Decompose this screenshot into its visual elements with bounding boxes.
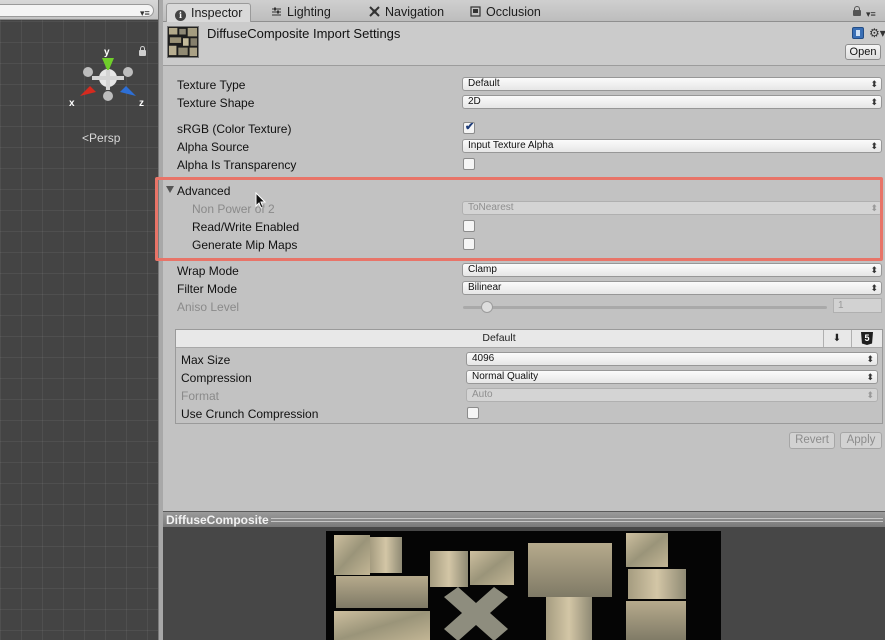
tab-navigation-label: Navigation — [385, 5, 445, 19]
texture-type-label: Texture Type — [177, 78, 246, 92]
aniso-level-slider — [463, 306, 827, 309]
navigation-icon — [369, 6, 380, 17]
srgb-label: sRGB (Color Texture) — [177, 122, 292, 136]
tab-inspector-label: Inspector — [191, 6, 243, 20]
alpha-is-transparency-row: Alpha Is Transparency — [163, 156, 885, 174]
texture-shape-row: Texture Shape 2D — [163, 94, 885, 112]
alpha-is-transparency-checkbox[interactable] — [463, 158, 475, 170]
read-write-row: Read/Write Enabled — [163, 218, 885, 236]
orientation-gizmo-icon[interactable]: y x z — [66, 44, 156, 116]
use-crunch-checkbox[interactable] — [467, 407, 479, 419]
tab-navigation[interactable]: Navigation — [361, 3, 452, 22]
tab-lighting-label: Lighting — [287, 5, 331, 19]
scene-toolbar: ▾≡ — [0, 0, 160, 20]
srgb-checkbox[interactable] — [463, 120, 475, 134]
perspective-label: Persp — [89, 131, 121, 145]
scene-view[interactable]: ▾≡ y x z <Persp — [0, 0, 160, 640]
tab-occlusion[interactable]: Occlusion — [462, 3, 549, 22]
occlusion-icon — [470, 6, 481, 17]
page-title: DiffuseComposite Import Settings — [207, 26, 401, 41]
gear-icon[interactable]: ⚙▾ — [869, 26, 885, 40]
inspector-panel: i Inspector Lighting Navigation Occlusion… — [155, 0, 885, 640]
preview-resize-grip[interactable] — [271, 518, 883, 522]
scene-search-input[interactable] — [0, 4, 154, 17]
alpha-source-dropdown[interactable]: Input Texture Alpha — [462, 139, 882, 153]
read-write-checkbox[interactable] — [463, 220, 475, 232]
format-label: Format — [181, 389, 220, 403]
info-icon: i — [175, 10, 186, 21]
lighting-icon — [272, 7, 281, 16]
alpha-is-transparency-label: Alpha Is Transparency — [177, 158, 297, 172]
download-icon[interactable]: ⬇ — [823, 330, 850, 347]
aniso-level-slider-thumb — [480, 301, 493, 313]
filter-mode-dropdown[interactable]: Bilinear — [462, 281, 882, 295]
advanced-foldout[interactable]: Advanced — [163, 182, 885, 200]
texture-type-dropdown[interactable]: Default — [462, 77, 882, 91]
html5-icon[interactable] — [851, 330, 882, 347]
preview-area — [163, 527, 885, 640]
alpha-source-label: Alpha Source — [177, 140, 250, 154]
aniso-level-label: Aniso Level — [177, 300, 240, 314]
perspective-toggle[interactable]: <Persp — [82, 131, 120, 145]
max-size-row: Max Size 4096 — [176, 351, 882, 369]
generate-mip-maps-checkbox[interactable] — [463, 238, 475, 250]
perspective-icon: < — [82, 131, 90, 145]
import-settings-header: DiffuseComposite Import Settings ⚙▾ Open — [163, 22, 885, 66]
compression-label: Compression — [181, 371, 252, 385]
apply-button[interactable]: Apply — [840, 432, 882, 449]
generate-mip-maps-label: Generate Mip Maps — [192, 238, 298, 252]
gizmo-z-label: z — [139, 98, 144, 109]
max-size-label: Max Size — [181, 353, 231, 367]
lock-icon[interactable] — [853, 6, 861, 16]
platform-settings: Default ⬇ Max Size 4096 Compression Norm… — [175, 329, 883, 424]
gizmo-y-label: y — [104, 47, 110, 58]
filter-mode-row: Filter Mode Bilinear — [163, 280, 885, 298]
use-crunch-label: Use Crunch Compression — [181, 407, 319, 421]
filter-mode-label: Filter Mode — [177, 282, 238, 296]
non-power-of-2-dropdown: ToNearest — [462, 201, 882, 215]
preview-title: DiffuseComposite — [166, 513, 269, 527]
tab-menu-icon[interactable]: ▾≡ — [866, 9, 876, 20]
scene-menu-icon[interactable]: ▾≡ — [140, 8, 150, 19]
texture-preview-image — [326, 531, 721, 640]
use-crunch-row: Use Crunch Compression — [176, 405, 882, 423]
tab-inspector[interactable]: i Inspector — [166, 3, 252, 22]
format-dropdown: Auto — [466, 388, 878, 402]
wrap-mode-row: Wrap Mode Clamp — [163, 262, 885, 280]
tab-bar: i Inspector Lighting Navigation Occlusion… — [163, 0, 885, 22]
texture-thumbnail — [167, 26, 199, 58]
tab-lighting[interactable]: Lighting — [263, 3, 339, 22]
tab-occlusion-label: Occlusion — [486, 5, 541, 19]
non-power-of-2-label: Non Power of 2 — [192, 202, 275, 216]
open-button[interactable]: Open — [845, 44, 881, 60]
wrap-mode-dropdown[interactable]: Clamp — [462, 263, 882, 277]
max-size-dropdown[interactable]: 4096 — [466, 352, 878, 366]
platform-tab-bar: Default ⬇ — [176, 330, 882, 348]
advanced-label: Advanced — [177, 184, 231, 198]
texture-shape-label: Texture Shape — [177, 96, 255, 110]
texture-shape-dropdown[interactable]: 2D — [462, 95, 882, 109]
non-power-of-2-row: Non Power of 2 ToNearest — [163, 200, 885, 218]
gizmo-x-label: x — [69, 98, 75, 109]
read-write-label: Read/Write Enabled — [192, 220, 300, 234]
help-book-icon[interactable] — [852, 27, 864, 39]
tab-platform-default[interactable]: Default — [176, 330, 822, 347]
srgb-row: sRGB (Color Texture) — [163, 120, 885, 138]
compression-row: Compression Normal Quality — [176, 369, 882, 387]
aniso-level-field: 1 — [833, 298, 882, 313]
foldout-arrow-icon — [166, 186, 174, 193]
compression-dropdown[interactable]: Normal Quality — [466, 370, 878, 384]
revert-button[interactable]: Revert — [789, 432, 835, 449]
format-row: Format Auto — [176, 387, 882, 405]
preview-header[interactable]: DiffuseComposite — [163, 511, 885, 527]
alpha-source-row: Alpha Source Input Texture Alpha — [163, 138, 885, 156]
generate-mip-maps-row: Generate Mip Maps — [163, 236, 885, 254]
texture-type-row: Texture Type Default — [163, 76, 885, 94]
aniso-level-row: Aniso Level 1 — [163, 298, 885, 316]
wrap-mode-label: Wrap Mode — [177, 264, 239, 278]
